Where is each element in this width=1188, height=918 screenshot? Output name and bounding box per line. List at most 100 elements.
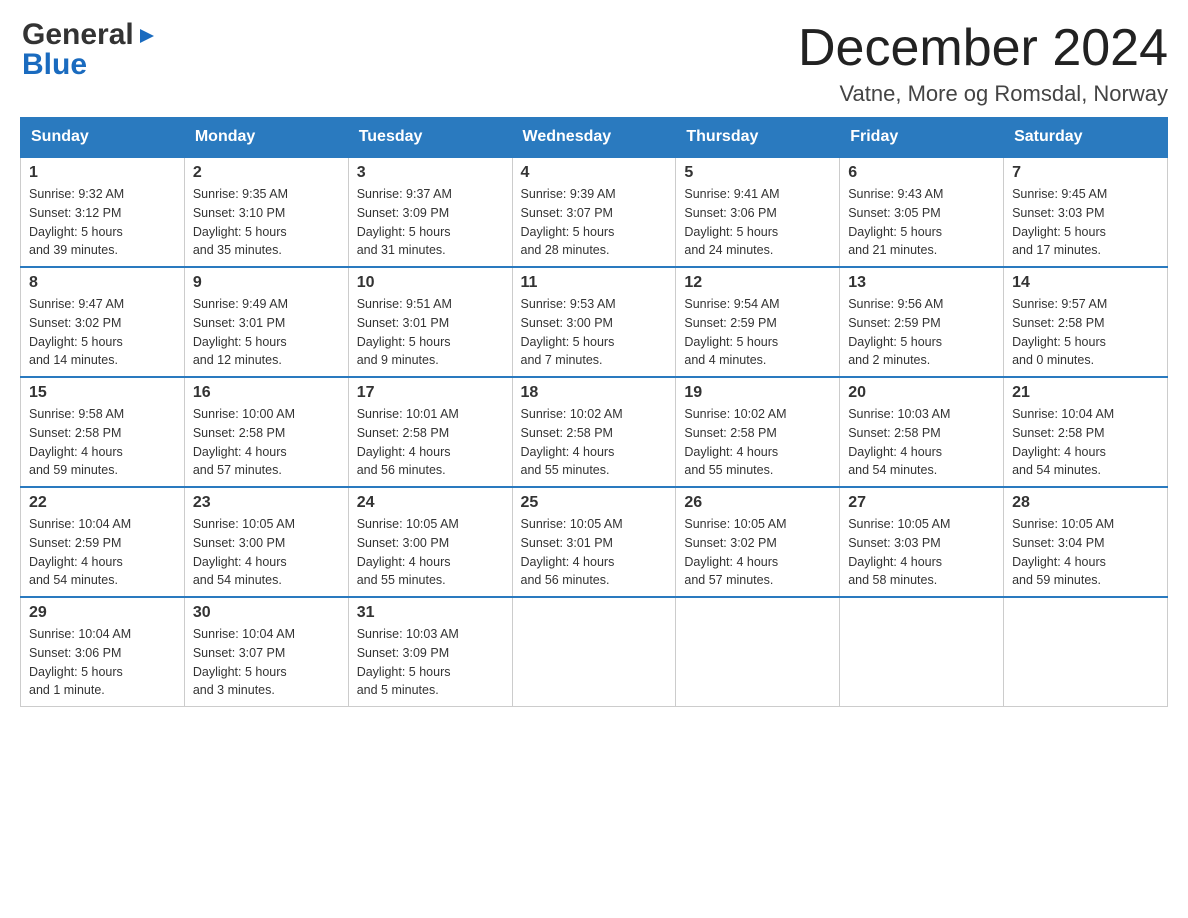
day-number: 6 <box>848 164 995 182</box>
day-number: 21 <box>1012 384 1159 402</box>
day-number: 1 <box>29 164 176 182</box>
logo-general-label: General <box>22 20 134 50</box>
page-header: General Blue December 2024 Vatne, More o… <box>20 20 1168 107</box>
table-row: 5 Sunrise: 9:41 AMSunset: 3:06 PMDayligh… <box>676 157 840 267</box>
day-info: Sunrise: 10:05 AMSunset: 3:04 PMDaylight… <box>1012 515 1159 590</box>
day-info: Sunrise: 10:04 AMSunset: 2:58 PMDaylight… <box>1012 405 1159 480</box>
table-row: 16 Sunrise: 10:00 AMSunset: 2:58 PMDayli… <box>184 377 348 487</box>
day-number: 22 <box>29 494 176 512</box>
table-row: 28 Sunrise: 10:05 AMSunset: 3:04 PMDayli… <box>1004 487 1168 597</box>
table-row: 13 Sunrise: 9:56 AMSunset: 2:59 PMDaylig… <box>840 267 1004 377</box>
table-row: 25 Sunrise: 10:05 AMSunset: 3:01 PMDayli… <box>512 487 676 597</box>
logo-general-text: General <box>22 20 158 50</box>
table-row: 8 Sunrise: 9:47 AMSunset: 3:02 PMDayligh… <box>21 267 185 377</box>
day-number: 8 <box>29 274 176 292</box>
table-row: 7 Sunrise: 9:45 AMSunset: 3:03 PMDayligh… <box>1004 157 1168 267</box>
day-info: Sunrise: 10:04 AMSunset: 2:59 PMDaylight… <box>29 515 176 590</box>
table-row: 14 Sunrise: 9:57 AMSunset: 2:58 PMDaylig… <box>1004 267 1168 377</box>
col-saturday: Saturday <box>1004 118 1168 158</box>
table-row: 23 Sunrise: 10:05 AMSunset: 3:00 PMDayli… <box>184 487 348 597</box>
day-number: 9 <box>193 274 340 292</box>
table-row <box>840 597 1004 707</box>
table-row: 31 Sunrise: 10:03 AMSunset: 3:09 PMDayli… <box>348 597 512 707</box>
calendar-table: Sunday Monday Tuesday Wednesday Thursday… <box>20 117 1168 707</box>
table-row: 20 Sunrise: 10:03 AMSunset: 2:58 PMDayli… <box>840 377 1004 487</box>
day-number: 23 <box>193 494 340 512</box>
table-row: 22 Sunrise: 10:04 AMSunset: 2:59 PMDayli… <box>21 487 185 597</box>
day-number: 26 <box>684 494 831 512</box>
day-info: Sunrise: 9:37 AMSunset: 3:09 PMDaylight:… <box>357 185 504 260</box>
day-number: 18 <box>521 384 668 402</box>
calendar-week-row: 1 Sunrise: 9:32 AMSunset: 3:12 PMDayligh… <box>21 157 1168 267</box>
col-monday: Monday <box>184 118 348 158</box>
day-info: Sunrise: 9:58 AMSunset: 2:58 PMDaylight:… <box>29 405 176 480</box>
calendar-week-row: 8 Sunrise: 9:47 AMSunset: 3:02 PMDayligh… <box>21 267 1168 377</box>
day-number: 4 <box>521 164 668 182</box>
day-info: Sunrise: 10:05 AMSunset: 3:00 PMDaylight… <box>357 515 504 590</box>
table-row: 15 Sunrise: 9:58 AMSunset: 2:58 PMDaylig… <box>21 377 185 487</box>
col-thursday: Thursday <box>676 118 840 158</box>
day-info: Sunrise: 10:05 AMSunset: 3:03 PMDaylight… <box>848 515 995 590</box>
day-info: Sunrise: 9:49 AMSunset: 3:01 PMDaylight:… <box>193 295 340 370</box>
table-row: 29 Sunrise: 10:04 AMSunset: 3:06 PMDayli… <box>21 597 185 707</box>
day-number: 5 <box>684 164 831 182</box>
day-number: 24 <box>357 494 504 512</box>
location-title: Vatne, More og Romsdal, Norway <box>798 81 1168 107</box>
day-number: 16 <box>193 384 340 402</box>
day-info: Sunrise: 9:39 AMSunset: 3:07 PMDaylight:… <box>521 185 668 260</box>
day-info: Sunrise: 10:04 AMSunset: 3:07 PMDaylight… <box>193 625 340 700</box>
day-info: Sunrise: 9:57 AMSunset: 2:58 PMDaylight:… <box>1012 295 1159 370</box>
day-info: Sunrise: 10:05 AMSunset: 3:01 PMDaylight… <box>521 515 668 590</box>
table-row: 1 Sunrise: 9:32 AMSunset: 3:12 PMDayligh… <box>21 157 185 267</box>
day-info: Sunrise: 10:02 AMSunset: 2:58 PMDaylight… <box>521 405 668 480</box>
day-number: 3 <box>357 164 504 182</box>
day-info: Sunrise: 9:45 AMSunset: 3:03 PMDaylight:… <box>1012 185 1159 260</box>
title-area: December 2024 Vatne, More og Romsdal, No… <box>798 20 1168 107</box>
day-number: 12 <box>684 274 831 292</box>
logo-arrow-icon <box>136 25 158 47</box>
day-info: Sunrise: 9:41 AMSunset: 3:06 PMDaylight:… <box>684 185 831 260</box>
day-number: 25 <box>521 494 668 512</box>
col-friday: Friday <box>840 118 1004 158</box>
table-row: 27 Sunrise: 10:05 AMSunset: 3:03 PMDayli… <box>840 487 1004 597</box>
day-number: 15 <box>29 384 176 402</box>
day-info: Sunrise: 9:47 AMSunset: 3:02 PMDaylight:… <box>29 295 176 370</box>
day-info: Sunrise: 10:03 AMSunset: 2:58 PMDaylight… <box>848 405 995 480</box>
table-row: 11 Sunrise: 9:53 AMSunset: 3:00 PMDaylig… <box>512 267 676 377</box>
day-number: 2 <box>193 164 340 182</box>
day-number: 7 <box>1012 164 1159 182</box>
table-row: 18 Sunrise: 10:02 AMSunset: 2:58 PMDayli… <box>512 377 676 487</box>
table-row <box>1004 597 1168 707</box>
day-info: Sunrise: 9:54 AMSunset: 2:59 PMDaylight:… <box>684 295 831 370</box>
day-number: 28 <box>1012 494 1159 512</box>
table-row <box>676 597 840 707</box>
table-row: 2 Sunrise: 9:35 AMSunset: 3:10 PMDayligh… <box>184 157 348 267</box>
day-info: Sunrise: 9:53 AMSunset: 3:00 PMDaylight:… <box>521 295 668 370</box>
day-number: 10 <box>357 274 504 292</box>
calendar-week-row: 15 Sunrise: 9:58 AMSunset: 2:58 PMDaylig… <box>21 377 1168 487</box>
table-row: 9 Sunrise: 9:49 AMSunset: 3:01 PMDayligh… <box>184 267 348 377</box>
day-number: 17 <box>357 384 504 402</box>
day-info: Sunrise: 10:02 AMSunset: 2:58 PMDaylight… <box>684 405 831 480</box>
calendar-header-row: Sunday Monday Tuesday Wednesday Thursday… <box>21 118 1168 158</box>
day-info: Sunrise: 9:35 AMSunset: 3:10 PMDaylight:… <box>193 185 340 260</box>
logo: General Blue <box>20 20 158 80</box>
day-number: 31 <box>357 604 504 622</box>
col-sunday: Sunday <box>21 118 185 158</box>
calendar-week-row: 29 Sunrise: 10:04 AMSunset: 3:06 PMDayli… <box>21 597 1168 707</box>
table-row: 26 Sunrise: 10:05 AMSunset: 3:02 PMDayli… <box>676 487 840 597</box>
day-info: Sunrise: 10:05 AMSunset: 3:00 PMDaylight… <box>193 515 340 590</box>
day-info: Sunrise: 9:43 AMSunset: 3:05 PMDaylight:… <box>848 185 995 260</box>
day-number: 27 <box>848 494 995 512</box>
col-wednesday: Wednesday <box>512 118 676 158</box>
calendar-week-row: 22 Sunrise: 10:04 AMSunset: 2:59 PMDayli… <box>21 487 1168 597</box>
table-row: 30 Sunrise: 10:04 AMSunset: 3:07 PMDayli… <box>184 597 348 707</box>
day-info: Sunrise: 9:51 AMSunset: 3:01 PMDaylight:… <box>357 295 504 370</box>
table-row: 6 Sunrise: 9:43 AMSunset: 3:05 PMDayligh… <box>840 157 1004 267</box>
day-number: 13 <box>848 274 995 292</box>
day-info: Sunrise: 10:00 AMSunset: 2:58 PMDaylight… <box>193 405 340 480</box>
day-info: Sunrise: 10:01 AMSunset: 2:58 PMDaylight… <box>357 405 504 480</box>
table-row: 21 Sunrise: 10:04 AMSunset: 2:58 PMDayli… <box>1004 377 1168 487</box>
table-row: 17 Sunrise: 10:01 AMSunset: 2:58 PMDayli… <box>348 377 512 487</box>
table-row: 19 Sunrise: 10:02 AMSunset: 2:58 PMDayli… <box>676 377 840 487</box>
